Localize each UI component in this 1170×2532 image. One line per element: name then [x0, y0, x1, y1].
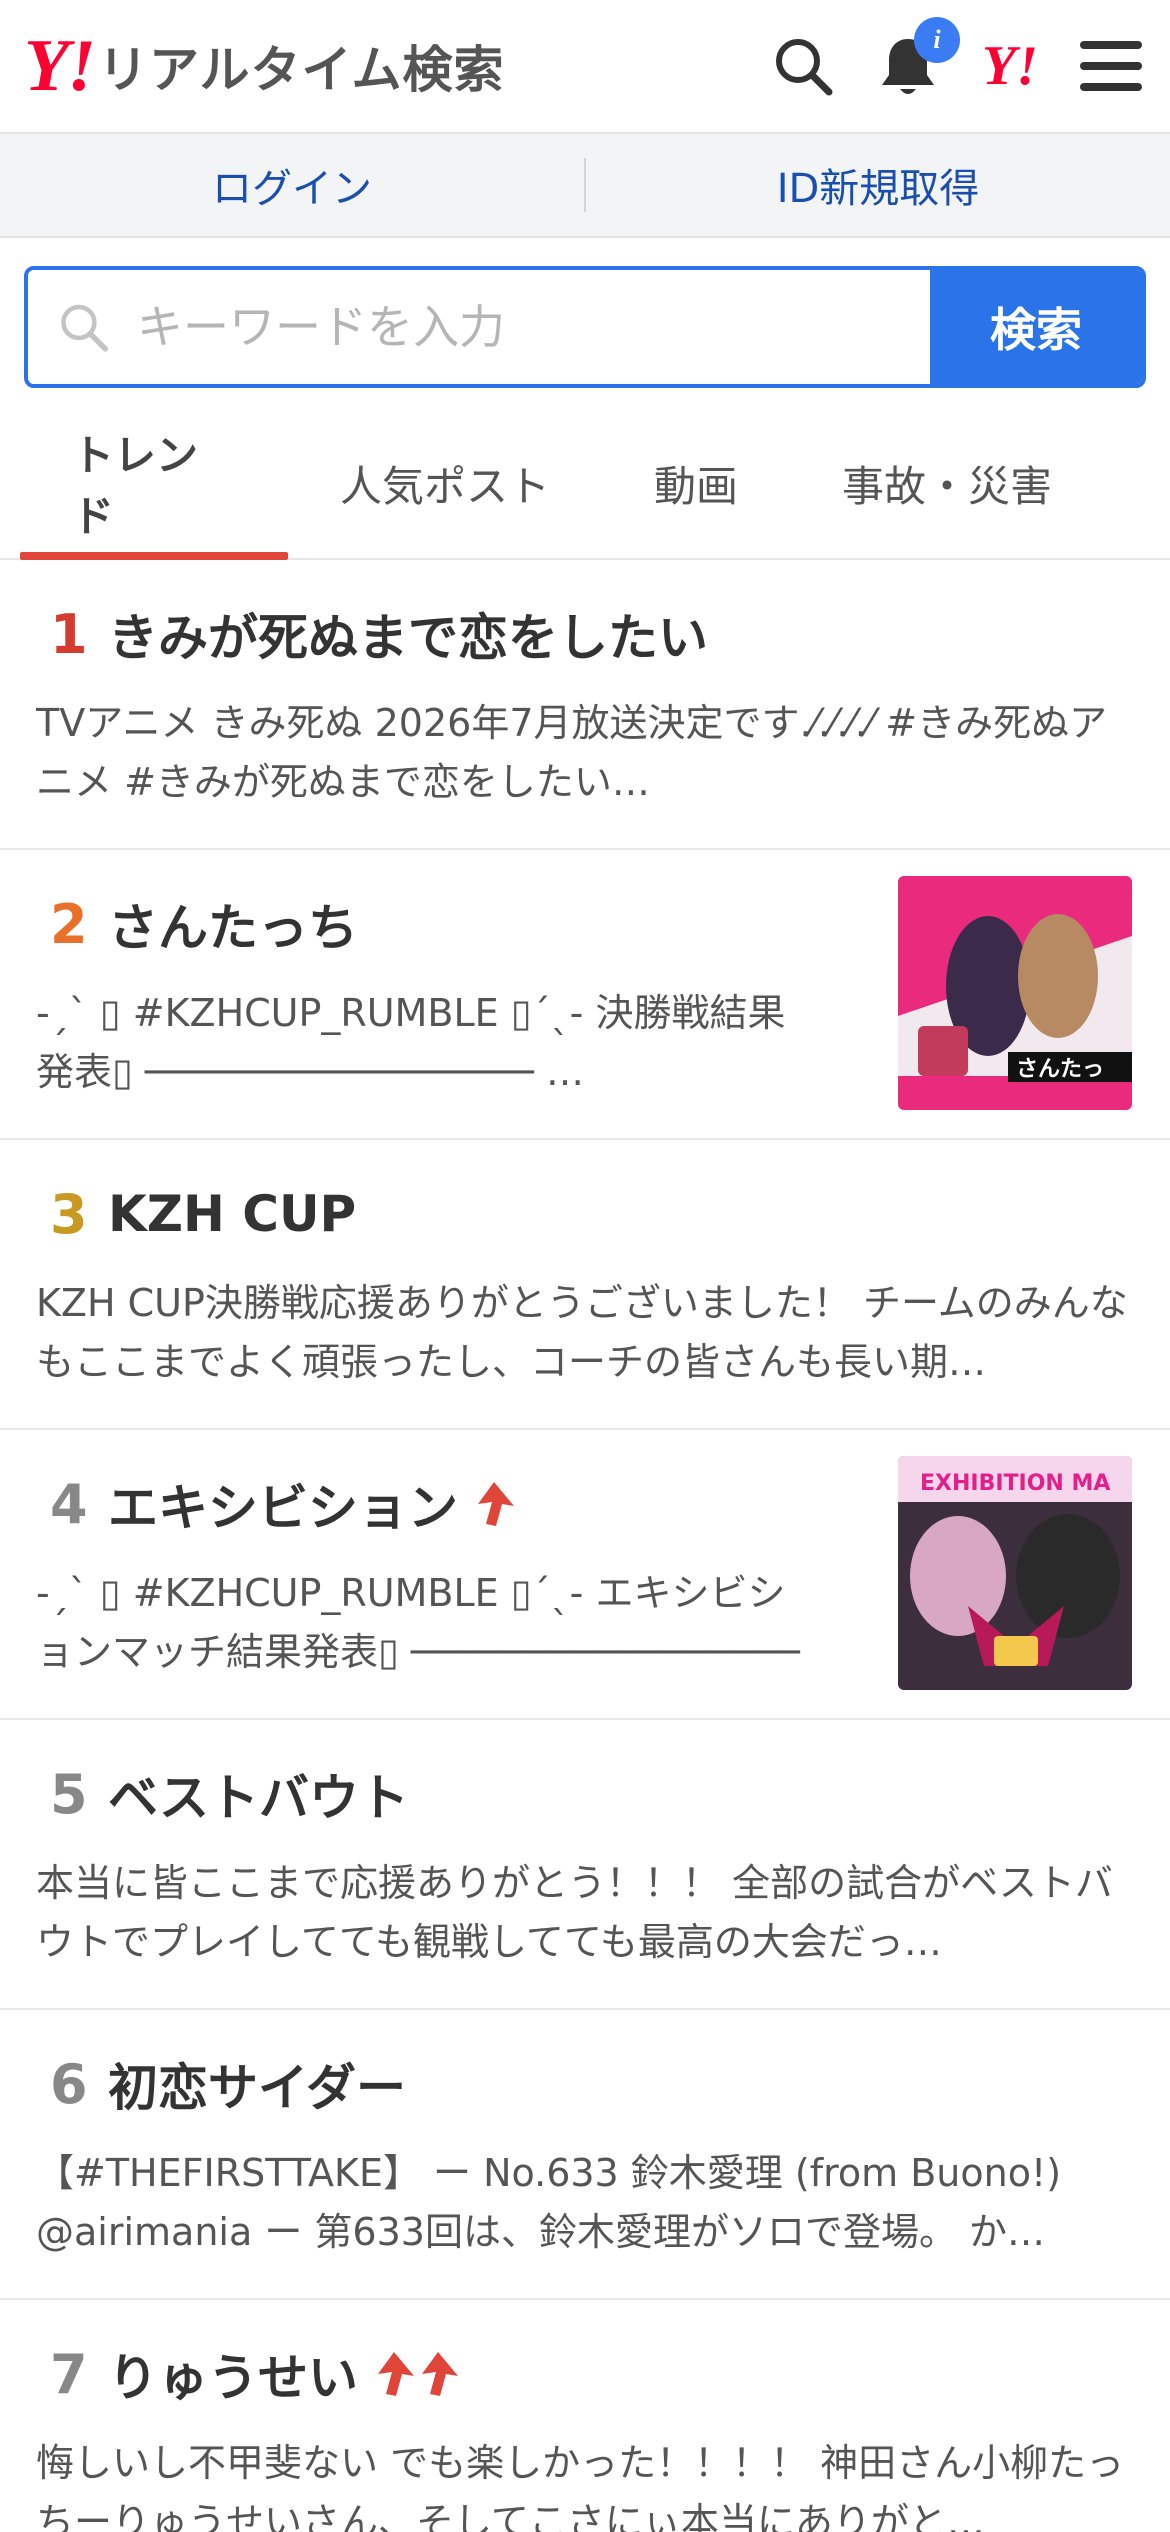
- header-icons: i Y!: [772, 17, 1142, 99]
- search-box: 検索: [24, 266, 1146, 388]
- trend-rank: 2: [50, 892, 88, 956]
- trend-up-arrow-icon: [378, 2352, 414, 2396]
- search-button[interactable]: 検索: [930, 270, 1142, 384]
- trend-rank: 5: [50, 1762, 88, 1826]
- trend-rank: 1: [50, 602, 88, 666]
- yahoo-realtime-logo[interactable]: Y! リアルタイム検索: [24, 29, 505, 103]
- trend-head: 1 きみが死ぬまで恋をしたい: [36, 594, 1132, 674]
- trend-item[interactable]: 2 さんたっち -ˏˋ ▯ #KZHCUP_RUMBLE ▯ˊˎ- 決勝戦結果発表▯…: [0, 850, 1170, 1140]
- trend-word[interactable]: KZH CUP: [108, 1185, 356, 1243]
- trend-description: TVアニメ きみ死ぬ 2026年7月放送決定です.⁄.⁄.⁄.⁄ #きみ死ぬアニ…: [36, 701, 1108, 804]
- search-field[interactable]: [28, 270, 930, 384]
- trend-up-arrow-icon: [422, 2352, 458, 2396]
- trend-item[interactable]: 4 エキシビション -ˏˋ ▯ #KZHCUP_RUMBLE ▯ˊˎ- エキシビショ…: [0, 1430, 1170, 1720]
- trend-item[interactable]: 5 ベストバウト本当に皆ここまで応援ありがとう！！！ 全部の試合がベストバウトでプ…: [0, 1720, 1170, 2010]
- trend-description: 本当に皆ここまで応援ありがとう！！！ 全部の試合がベストバウトでプレイしてても観…: [36, 1861, 1113, 1964]
- trend-description: 【#THEFIRSTTAKE】 ー No.633 鈴木愛理 (from Buon…: [36, 2151, 1062, 2254]
- page-title: リアルタイム検索: [98, 41, 505, 99]
- trend-item[interactable]: 7 りゅうせい悔しいし不甲斐ない でも楽しかった！！！！ 神田さん小柳たっちーりゅ…: [0, 2300, 1170, 2532]
- yahoo-mark: Y!: [982, 35, 1038, 97]
- search-field-icon: [61, 304, 109, 352]
- notification-badge: i: [914, 17, 960, 63]
- tab-3[interactable]: 事故・災害: [790, 408, 1104, 558]
- trend-item[interactable]: 3 KZH CUP KZH CUP決勝戦応援ありがとうございました！ チームのみんな…: [0, 1140, 1170, 1430]
- search-area: 検索: [0, 238, 1170, 388]
- yahoo-logo-icon[interactable]: Y!: [982, 38, 1038, 94]
- login-link[interactable]: ログイン: [0, 156, 584, 214]
- category-tabs: トレンド 人気ポスト 動画 事故・災害: [0, 408, 1170, 560]
- trend-thumbnail[interactable]: EXHIBITION MA: [898, 1456, 1132, 1690]
- trend-word[interactable]: エキシビション: [108, 1468, 458, 1540]
- trend-rank: 6: [50, 2052, 88, 2116]
- tab-0[interactable]: トレンド: [20, 408, 288, 560]
- menu-icon[interactable]: [1080, 39, 1142, 93]
- app-header: Y! リアルタイム検索 i Y!: [0, 0, 1170, 134]
- trend-word[interactable]: さんたっち: [108, 888, 358, 960]
- trend-description: -ˏˋ ▯ #KZHCUP_RUMBLE ▯ˊˎ- 決勝戦結果発表▯ ─────…: [36, 991, 786, 1094]
- trend-arrows: [472, 1480, 516, 1528]
- trend-item[interactable]: 6 初恋サイダー【#THEFIRSTTAKE】 ー No.633 鈴木愛理 (fr…: [0, 2010, 1170, 2300]
- trend-word[interactable]: きみが死ぬまで恋をしたい: [108, 598, 708, 670]
- tab-2[interactable]: 動画: [602, 408, 790, 558]
- search-icon[interactable]: [772, 35, 834, 97]
- login-bar: ログイン ID新規取得: [0, 134, 1170, 238]
- trend-arrows: [372, 2350, 460, 2398]
- trend-rank: 3: [50, 1182, 88, 1246]
- register-link[interactable]: ID新規取得: [586, 156, 1170, 214]
- trend-description: -ˏˋ ▯ #KZHCUP_RUMBLE ▯ˊˎ- エキシビションマッチ結果発表…: [36, 1571, 800, 1674]
- trend-head: 3 KZH CUP: [36, 1174, 1132, 1254]
- trend-item[interactable]: 1 きみが死ぬまで恋をしたい TVアニメ きみ死ぬ 2026年7月放送決定です.⁄.…: [0, 560, 1170, 850]
- trend-word[interactable]: ベストバウト: [108, 1758, 409, 1830]
- trend-rank: 7: [50, 2342, 88, 2406]
- trend-description: KZH CUP決勝戦応援ありがとうございました！ チームのみんなもここまでよく頑…: [36, 1281, 1128, 1384]
- trend-list: 1 きみが死ぬまで恋をしたい TVアニメ きみ死ぬ 2026年7月放送決定です.⁄.…: [0, 560, 1170, 2532]
- notification-bell[interactable]: i: [876, 17, 960, 99]
- trend-rank: 4: [50, 1472, 88, 1536]
- trend-thumbnail[interactable]: さんたっ: [898, 876, 1132, 1110]
- trend-description: 悔しいし不甲斐ない でも楽しかった！！！！ 神田さん小柳たっちーりゅうせいさん、…: [36, 2441, 1125, 2532]
- tab-1[interactable]: 人気ポスト: [288, 408, 602, 558]
- search-input[interactable]: [136, 300, 930, 354]
- trend-up-arrow-icon: [478, 1482, 514, 1526]
- trend-word[interactable]: りゅうせい: [108, 2338, 358, 2410]
- yahoo-logo-mark: Y!: [24, 25, 96, 107]
- thumb-caption: さんたっ: [1016, 1057, 1104, 1082]
- trend-word[interactable]: 初恋サイダー: [108, 2048, 406, 2120]
- trend-head: 7 りゅうせい: [36, 2334, 1132, 2414]
- trend-head: 6 初恋サイダー: [36, 2044, 1132, 2124]
- thumb-caption: EXHIBITION MA: [920, 1471, 1110, 1496]
- trend-head: 5 ベストバウト: [36, 1754, 1132, 1834]
